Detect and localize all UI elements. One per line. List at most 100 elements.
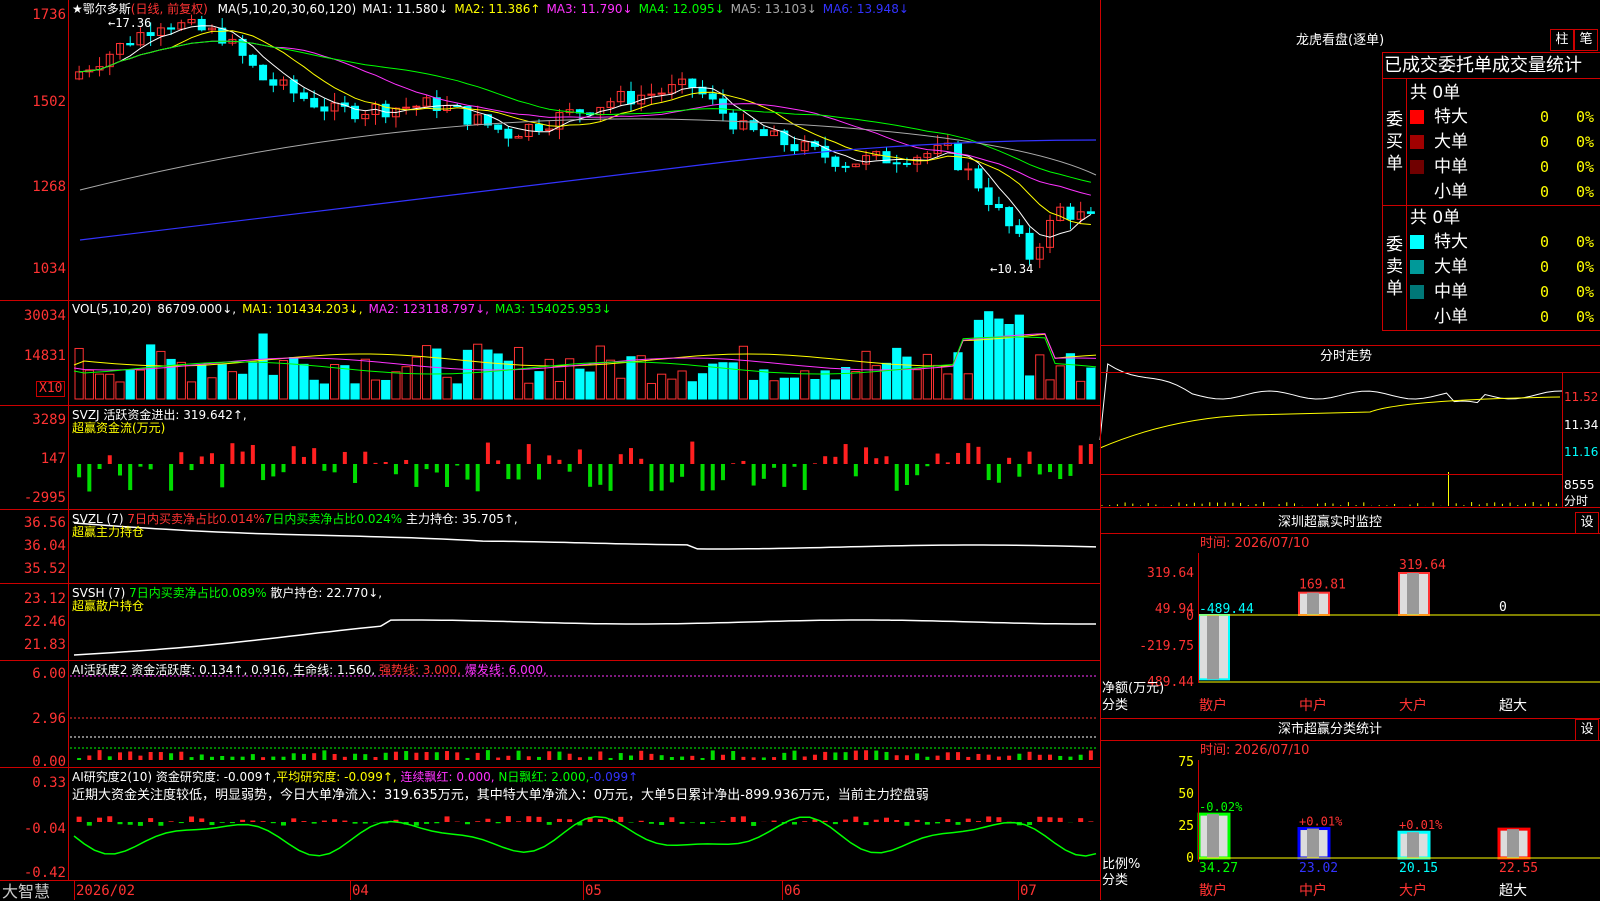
- volume-bar: [186, 381, 197, 400]
- volume-bar: [830, 379, 841, 400]
- dragon-row-name: 中单: [1434, 282, 1468, 302]
- volume-bar: [493, 353, 503, 400]
- ma-legend-item: MA(5,10,20,30,60,120): [217, 2, 357, 16]
- svsh-line: [73, 619, 1096, 656]
- monitor-bar-shade: [1307, 592, 1319, 615]
- ma-legend-item: MA6: 13.948↓: [822, 2, 909, 16]
- date-axis-label: 04: [352, 883, 369, 899]
- candlestick-series: [75, 14, 1095, 269]
- dragon-row-value: 0: [1540, 283, 1550, 301]
- date-tick: [74, 880, 75, 900]
- candle-body: [780, 130, 789, 146]
- ma-legend-item: MA1: 11.580↓: [362, 2, 449, 16]
- intraday-axis-label: 11.52: [1564, 390, 1599, 404]
- dragon-color-swatch: [1410, 285, 1424, 299]
- intraday-price-line: [1099, 363, 1563, 441]
- candle-body: [504, 128, 513, 139]
- volume-bar: [278, 360, 289, 400]
- volume-bar: [94, 373, 105, 400]
- date-axis-label: 2026/02: [76, 883, 136, 899]
- dragon-row-pct: 0%: [1576, 158, 1595, 176]
- volume-bar: [1076, 380, 1086, 400]
- volume-bar: [575, 368, 585, 400]
- volume-ma-line: [73, 333, 1097, 371]
- bar-view-button[interactable]: 柱: [1550, 29, 1574, 51]
- volume-bar: [984, 311, 994, 400]
- candle-body: [167, 27, 176, 30]
- dragon-color-swatch: [1410, 135, 1424, 149]
- tick-view-button[interactable]: 笔: [1574, 29, 1598, 51]
- candle-body: [974, 168, 983, 189]
- monitor-axis-label: 319.64: [1147, 566, 1194, 581]
- date-tick: [1018, 880, 1019, 900]
- stat-axis-label: 75: [1178, 755, 1194, 770]
- volume-bar: [125, 369, 135, 400]
- svzj-axis-label: -2995: [23, 490, 66, 506]
- divider-svzj: [0, 405, 1100, 406]
- stat-value-label: 22.55: [1499, 861, 1538, 876]
- vol-legend: VOL(5,10,20) 86709.000↓, MA1: 101434.203↓,…: [72, 302, 618, 316]
- volume-bar: [340, 365, 350, 400]
- main-right-divider: [1100, 0, 1101, 900]
- ai1-legend: AI活跃度2 资金活跃度: 0.134↑, 0.916, 生命线: 1.560,…: [72, 663, 547, 677]
- monitor-value-label: 0: [1499, 600, 1507, 615]
- dragon-row-pct: 0%: [1576, 133, 1595, 151]
- vol-unit-badge[interactable]: X10: [36, 381, 66, 397]
- monitor-settings-button[interactable]: 设: [1575, 512, 1599, 534]
- volume-bar: [943, 373, 953, 400]
- left-axis-divider: [68, 0, 69, 880]
- stat-settings-button[interactable]: 设: [1575, 719, 1599, 741]
- ai2-axis-label: 0.33: [32, 775, 66, 791]
- stat-value-label: 34.27: [1199, 861, 1238, 876]
- ai1-axis-label: 6.00: [32, 666, 66, 682]
- dragon-color-swatch: [1410, 260, 1424, 274]
- dragon-row-pct: 0%: [1576, 308, 1595, 326]
- candle-body: [1005, 207, 1014, 227]
- svzl-axis-label: 36.04: [23, 538, 66, 554]
- svsh-title: 超赢散户持仓: [72, 599, 145, 613]
- dragon-title: 龙虎看盘(逐单): [1296, 33, 1385, 48]
- ma-legend-item: MA3: 11.790↓: [546, 2, 633, 16]
- date-axis-label: 06: [784, 883, 801, 899]
- stat-value-label: 23.02: [1299, 861, 1338, 876]
- volume-bar: [626, 356, 636, 400]
- volume-bar: [238, 373, 248, 400]
- volume-bar: [401, 366, 411, 400]
- svsh-axis-label: 22.46: [23, 614, 66, 630]
- dragon-color-swatch: [1410, 110, 1424, 124]
- candle-body: [197, 18, 206, 31]
- candle-body: [146, 32, 155, 36]
- volume-bar: [1086, 367, 1096, 400]
- dragon-color-swatch: [1410, 235, 1424, 249]
- dragon-row-value: 0: [1540, 233, 1550, 251]
- volume-ma-line: [73, 336, 1097, 375]
- dragon-row-name: 小单: [1434, 307, 1468, 327]
- date-axis-label: 07: [1020, 883, 1037, 899]
- volume-bar: [1035, 354, 1045, 400]
- divider-ai2: [0, 767, 1100, 768]
- intraday-axis-label: 11.34: [1564, 418, 1599, 432]
- svsh-legend: SVSH (7) 7日内买卖净占比0.089% 散户持仓: 22.770↓,: [72, 586, 383, 600]
- candle-body: [790, 144, 799, 152]
- dragon-row-name: 大单: [1434, 132, 1468, 152]
- candle-body: [248, 54, 257, 66]
- svzj-title: 超赢资金流(万元): [72, 421, 166, 435]
- candle-body: [841, 165, 850, 168]
- dragon-total: 共 0单: [1410, 208, 1461, 228]
- dragon-total: 共 0单: [1410, 83, 1461, 103]
- chart-mode: (日线, 前复权): [130, 2, 208, 16]
- candle-body: [412, 105, 421, 108]
- stat-change-label: -0.02%: [1199, 800, 1243, 814]
- dragon-row-pct: 0%: [1576, 283, 1595, 301]
- volume-ma-line: [73, 333, 1097, 367]
- candle-body: [126, 43, 135, 46]
- dragon-color-swatch: [1410, 185, 1424, 199]
- candle-body: [320, 106, 329, 112]
- volume-bar: [135, 369, 146, 400]
- low-price-mark: ←10.34: [990, 262, 1034, 276]
- vol-legend-item: MA2: 123118.797↓,: [368, 302, 489, 316]
- volume-bar: [248, 362, 258, 400]
- volume-bar: [677, 370, 687, 400]
- volume-bar: [749, 379, 759, 400]
- volume-bar: [381, 379, 391, 400]
